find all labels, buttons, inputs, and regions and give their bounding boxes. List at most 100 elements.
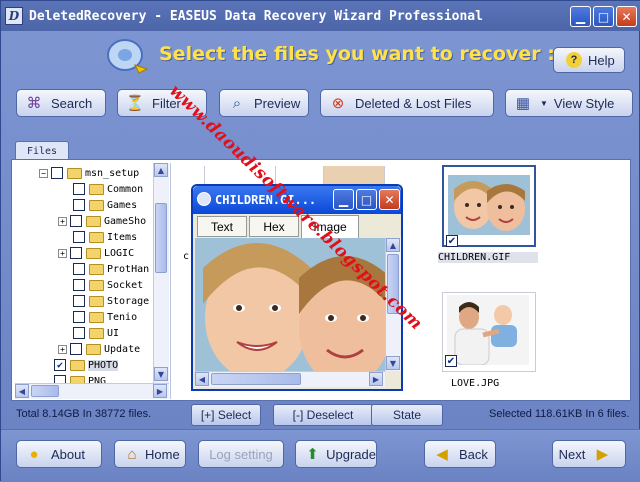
close-icon: ✕ (621, 9, 632, 24)
thumbnail-children-gif[interactable]: ✔ (442, 165, 536, 247)
checkbox[interactable] (73, 263, 85, 275)
expand-icon[interactable]: + (58, 344, 67, 354)
back-label: Back (459, 446, 488, 462)
state-button[interactable]: State (371, 404, 443, 426)
folder-icon (89, 231, 104, 243)
checkbox-checked[interactable]: ✔ (54, 359, 66, 371)
checkbox[interactable] (73, 279, 85, 291)
popup-close-button[interactable]: ✕ (379, 189, 400, 210)
footer-bar: ● About ⌂ Home Log setting ⬆ Upgrade ◀ B… (1, 429, 640, 482)
minimize-icon: ▁ (575, 9, 586, 24)
folder-icon (89, 183, 104, 195)
expand-icon[interactable]: + (58, 248, 67, 258)
upgrade-button[interactable]: ⬆ Upgrade (295, 440, 377, 468)
scroll-right-icon[interactable]: ▶ (153, 384, 167, 398)
preview-button[interactable]: ⌕ Preview (219, 89, 309, 117)
tree-item-items[interactable]: Items (73, 229, 137, 245)
love-photo-icon (447, 295, 529, 365)
window-title: DeletedRecovery - EASEUS Data Recovery W… (29, 8, 483, 24)
folder-icon (86, 343, 101, 355)
filter-button[interactable]: ⏳ Filter (117, 89, 207, 117)
scroll-left-icon[interactable]: ◀ (195, 372, 209, 386)
tree-item-games[interactable]: Games (73, 197, 137, 213)
deselect-button[interactable]: [-] Deselect (273, 404, 373, 426)
help-icon: ? (566, 52, 582, 68)
view-style-button[interactable]: ▦ ▼ View Style (505, 89, 633, 117)
maximize-icon: □ (597, 9, 610, 24)
tree-item-storage[interactable]: Storage (73, 293, 149, 309)
tab-image[interactable]: Image (301, 215, 359, 238)
tab-hex[interactable]: Hex (249, 216, 299, 237)
tree-item-ui[interactable]: UI (73, 325, 119, 341)
tree-item-label: Common (107, 183, 144, 195)
help-button[interactable]: ? Help (553, 47, 625, 73)
scroll-thumb[interactable] (31, 385, 59, 397)
tree-vertical-scrollbar[interactable]: ▲ ▼ (153, 163, 169, 383)
scroll-up-icon[interactable]: ▲ (154, 163, 168, 177)
popup-maximize-button[interactable]: □ (356, 189, 377, 210)
scroll-thumb[interactable] (155, 203, 167, 273)
scroll-down-icon[interactable]: ▼ (154, 367, 168, 381)
checkbox[interactable] (73, 311, 85, 323)
checkbox[interactable] (70, 215, 82, 227)
tree-item-photo[interactable]: ✔ PHOTO (54, 357, 119, 373)
tree-item-logic[interactable]: + LOGIC (58, 245, 134, 261)
checkbox[interactable] (51, 167, 63, 179)
popup-title-bar[interactable]: CHILDREN.GI... ▁ □ ✕ (193, 186, 401, 214)
tree-item-tenio[interactable]: Tenio (73, 309, 137, 325)
log-setting-button[interactable]: Log setting (198, 440, 284, 468)
upgrade-label: Upgrade (326, 446, 376, 462)
checkbox[interactable] (73, 295, 85, 307)
checkbox[interactable] (73, 183, 85, 195)
tree-item-common[interactable]: Common (73, 181, 143, 197)
popup-minimize-button[interactable]: ▁ (333, 189, 354, 210)
tree-item-prothan[interactable]: ProtHan (73, 261, 149, 277)
checkbox[interactable] (73, 327, 85, 339)
title-bar[interactable]: D DeletedRecovery - EASEUS Data Recovery… (1, 1, 640, 31)
tab-files[interactable]: Files (15, 141, 69, 160)
collapse-icon[interactable]: − (39, 168, 48, 178)
scroll-up-icon[interactable]: ▲ (386, 238, 400, 252)
tree-item-label: PHOTO (88, 359, 119, 371)
home-button[interactable]: ⌂ Home (114, 440, 186, 468)
tree-item-socket[interactable]: Socket (73, 277, 143, 293)
scroll-right-icon[interactable]: ▶ (369, 372, 383, 386)
minimize-button[interactable]: ▁ (570, 6, 591, 27)
tree-item-label: Items (107, 231, 138, 243)
checkbox[interactable] (70, 247, 82, 259)
tab-text[interactable]: Text (197, 216, 247, 237)
tree-item-label: Socket (107, 279, 144, 291)
checkbox[interactable] (73, 231, 85, 243)
deleted-lost-files-button[interactable]: ⊗ Deleted & Lost Files (320, 89, 494, 117)
checkbox-checked[interactable]: ✔ (445, 355, 457, 367)
scroll-thumb[interactable] (387, 254, 399, 314)
status-bar: Total 8.14GB In 38772 files. [+] Select … (11, 401, 631, 427)
home-icon: ⌂ (127, 445, 137, 463)
back-button[interactable]: ◀ Back (424, 440, 496, 468)
checkbox-checked[interactable]: ✔ (446, 235, 458, 247)
checkbox[interactable] (73, 199, 85, 211)
next-button[interactable]: Next ▶ (552, 440, 626, 468)
search-button[interactable]: ⌘ Search (16, 89, 106, 117)
preview-popup-window[interactable]: CHILDREN.GI... ▁ □ ✕ Text Hex Image ▲ ▼ (191, 184, 403, 391)
scroll-thumb[interactable] (211, 373, 301, 385)
scroll-down-icon[interactable]: ▼ (386, 356, 400, 370)
close-button[interactable]: ✕ (616, 6, 637, 27)
scroll-left-icon[interactable]: ◀ (15, 384, 29, 398)
preview-horizontal-scrollbar[interactable]: ◀ ▶ (195, 371, 385, 387)
folder-icon (89, 279, 104, 291)
select-button[interactable]: [+] Select (191, 404, 261, 426)
preview-vertical-scrollbar[interactable]: ▲ ▼ (385, 238, 401, 371)
info-bulb-icon: ● (29, 445, 39, 463)
checkbox[interactable] (70, 343, 82, 355)
expand-icon[interactable]: + (58, 216, 67, 226)
tree-horizontal-scrollbar[interactable]: ◀ ▶ (15, 383, 169, 399)
about-button[interactable]: ● About (16, 440, 102, 468)
tree-item-update[interactable]: + Update (58, 341, 140, 357)
folder-icon (89, 295, 104, 307)
tree-item-msn-setup[interactable]: − msn_setup (39, 165, 139, 181)
thumbnail-love-jpg[interactable]: ✔ (442, 292, 536, 372)
tree-item-gamesho[interactable]: + GameSho (58, 213, 146, 229)
maximize-button[interactable]: □ (593, 6, 614, 27)
recovery-disk-icon (107, 39, 149, 74)
